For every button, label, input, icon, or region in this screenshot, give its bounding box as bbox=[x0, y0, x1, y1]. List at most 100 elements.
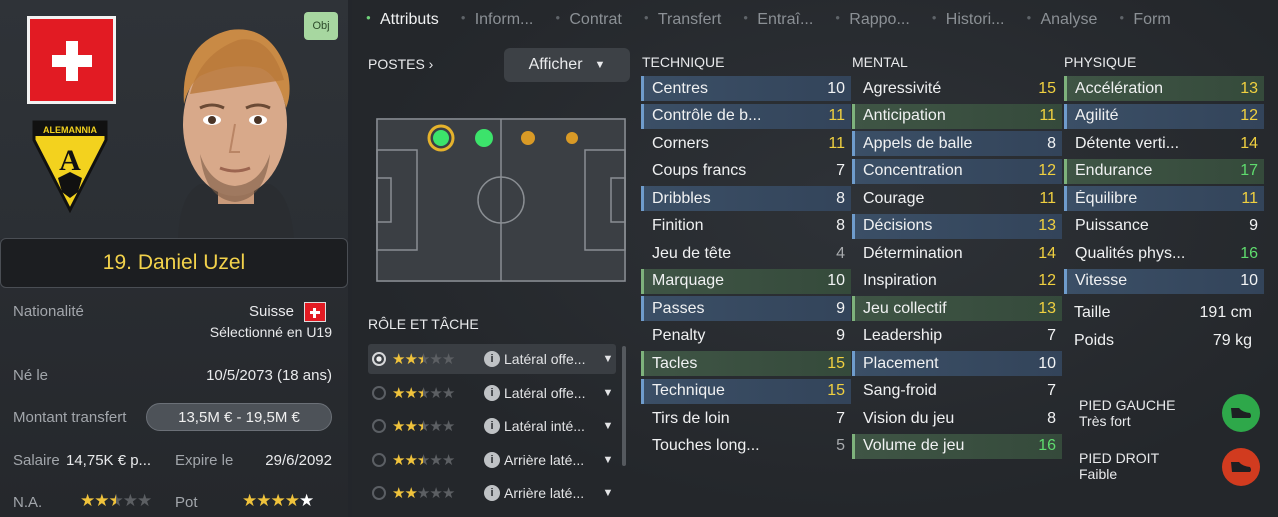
current-ability-stars: ★★★★★ bbox=[80, 491, 152, 510]
attribute-row[interactable]: Coups francs 7 bbox=[641, 159, 851, 184]
tab-7[interactable]: Analyse bbox=[1026, 11, 1097, 29]
roles-scrollbar[interactable] bbox=[622, 346, 626, 466]
role-name: Latéral inté... bbox=[504, 418, 585, 434]
attribute-name: Équilibre bbox=[1075, 189, 1138, 207]
attribute-value: 11 bbox=[1241, 189, 1258, 207]
tab-4[interactable]: Entraî... bbox=[743, 11, 813, 29]
display-dropdown-label: Afficher bbox=[528, 56, 583, 73]
role-radio[interactable] bbox=[372, 486, 386, 500]
attribute-row[interactable]: Puissance 9 bbox=[1064, 214, 1264, 239]
tab-8[interactable]: Form bbox=[1119, 11, 1170, 29]
attribute-row[interactable]: Accélération 13 bbox=[1064, 76, 1264, 101]
transfer-value-pill[interactable]: 13,5M € - 19,5M € bbox=[146, 403, 332, 431]
switzerland-flag-icon bbox=[27, 16, 116, 104]
role-suitability-stars: ★★★★★ bbox=[392, 384, 455, 402]
left-foot-value: Très fort bbox=[1079, 413, 1131, 429]
attribute-row[interactable]: Endurance 17 bbox=[1064, 158, 1264, 184]
attribute-row[interactable]: Équilibre 11 bbox=[1064, 186, 1264, 211]
position-natural-marker bbox=[475, 129, 493, 147]
role-row[interactable]: ★★★★★ i Latéral inté... ▼ bbox=[368, 411, 616, 441]
tab-6[interactable]: Histori... bbox=[932, 11, 1005, 29]
role-row[interactable]: ★★★★★ i Arrière laté... ▼ bbox=[368, 478, 616, 508]
salary-value[interactable]: 14,75K € p... bbox=[66, 452, 172, 469]
attribute-value: 10 bbox=[827, 272, 845, 289]
attribute-row[interactable]: Penalty 9 bbox=[641, 324, 851, 349]
right-boot-icon bbox=[1222, 448, 1260, 486]
chevron-down-icon[interactable]: ▼ bbox=[600, 387, 616, 399]
attribute-row[interactable]: Marquage 10 bbox=[641, 268, 851, 294]
attribute-row[interactable]: Appels de balle 8 bbox=[852, 131, 1062, 156]
attribute-row[interactable]: Placement 10 bbox=[852, 351, 1062, 376]
positions-pitch[interactable] bbox=[376, 118, 626, 282]
tab-5[interactable]: Rappo... bbox=[835, 11, 909, 29]
attribute-row[interactable]: Sang-froid 7 bbox=[852, 379, 1062, 404]
attribute-row[interactable]: Corners 11 bbox=[641, 131, 851, 156]
role-radio[interactable] bbox=[372, 452, 386, 467]
salary-label: Salaire bbox=[13, 452, 60, 469]
weight-label: Poids bbox=[1074, 332, 1115, 349]
attribute-row[interactable]: Leadership 7 bbox=[852, 324, 1062, 349]
position-awkward-marker bbox=[566, 132, 578, 144]
attribute-row[interactable]: Détermination 14 bbox=[852, 241, 1062, 266]
attribute-row[interactable]: Volume de jeu 16 bbox=[852, 433, 1062, 459]
tab-1[interactable]: Inform... bbox=[461, 11, 534, 29]
expires-value: 29/6/2092 bbox=[265, 452, 332, 469]
attribute-row[interactable]: Passes 9 bbox=[641, 296, 851, 321]
attribute-row[interactable]: Vision du jeu 8 bbox=[852, 406, 1062, 431]
nationality-flag-icon bbox=[304, 302, 326, 322]
technique-title: TECHNIQUE bbox=[642, 54, 725, 70]
na-label: N.A. bbox=[13, 494, 43, 511]
attribute-row[interactable]: Détente verti... 14 bbox=[1064, 131, 1264, 156]
tab-3[interactable]: Transfert bbox=[644, 11, 721, 29]
attribute-row[interactable]: Jeu de tête 4 bbox=[641, 241, 851, 266]
info-icon[interactable]: i bbox=[484, 485, 500, 501]
attribute-row[interactable]: Centres 10 bbox=[641, 76, 851, 101]
attribute-row[interactable]: Courage 11 bbox=[852, 186, 1062, 211]
info-icon[interactable]: i bbox=[484, 451, 500, 468]
positions-header[interactable]: POSTES › bbox=[368, 56, 433, 72]
nationality-value[interactable]: Suisse bbox=[180, 303, 294, 320]
attribute-row[interactable]: Inspiration 12 bbox=[852, 269, 1062, 294]
attribute-name: Anticipation bbox=[863, 107, 946, 124]
attribute-value: 9 bbox=[836, 299, 845, 317]
attribute-row[interactable]: Touches long... 5 bbox=[641, 434, 851, 459]
role-row[interactable]: ★★★★★ i Arrière laté... ▼ bbox=[368, 445, 616, 475]
info-icon[interactable]: i bbox=[484, 351, 500, 367]
display-dropdown-button[interactable]: Afficher ▼ bbox=[504, 48, 630, 82]
role-name: Latéral offe... bbox=[504, 384, 586, 401]
info-icon[interactable]: i bbox=[484, 384, 500, 401]
attribute-row[interactable]: Tacles 15 bbox=[641, 351, 851, 376]
attribute-row[interactable]: Vitesse 10 bbox=[1064, 268, 1264, 294]
attribute-row[interactable]: Agressivité 15 bbox=[852, 76, 1062, 101]
role-row[interactable]: ★★★★★ i Latéral offe... ▼ bbox=[368, 344, 616, 374]
attribute-row[interactable]: Jeu collectif 13 bbox=[852, 296, 1062, 321]
attribute-row[interactable]: Technique 15 bbox=[641, 378, 851, 404]
attribute-row[interactable]: Anticipation 11 bbox=[852, 103, 1062, 129]
role-radio[interactable] bbox=[372, 419, 386, 433]
attribute-row[interactable]: Décisions 13 bbox=[852, 213, 1062, 239]
attribute-value: 7 bbox=[836, 162, 845, 179]
role-radio[interactable] bbox=[372, 385, 386, 400]
objectives-button[interactable]: Obj bbox=[304, 12, 338, 40]
attribute-row[interactable]: Tirs de loin 7 bbox=[641, 406, 851, 431]
attribute-row[interactable]: Dribbles 8 bbox=[641, 186, 851, 211]
tab-0[interactable]: Attributs bbox=[366, 11, 439, 29]
attribute-row[interactable]: Qualités phys... 16 bbox=[1064, 241, 1264, 266]
attribute-name: Accélération bbox=[1075, 79, 1164, 97]
role-name: Arrière laté... bbox=[504, 485, 585, 501]
chevron-down-icon[interactable]: ▼ bbox=[600, 353, 616, 365]
info-icon[interactable]: i bbox=[484, 418, 500, 434]
chevron-down-icon[interactable]: ▼ bbox=[600, 487, 616, 499]
player-portrait bbox=[178, 29, 294, 238]
role-suitability-stars: ★★★★★ bbox=[392, 485, 455, 502]
tab-2[interactable]: Contrat bbox=[555, 11, 621, 29]
chevron-down-icon[interactable]: ▼ bbox=[600, 454, 616, 466]
attribute-row[interactable]: Concentration 12 bbox=[852, 158, 1062, 184]
attribute-row[interactable]: Contrôle de b... 11 bbox=[641, 103, 851, 129]
attribute-name: Détente verti... bbox=[1075, 134, 1180, 152]
role-row[interactable]: ★★★★★ i Latéral offe... ▼ bbox=[368, 378, 616, 408]
attribute-row[interactable]: Agilité 12 bbox=[1064, 103, 1264, 129]
chevron-down-icon[interactable]: ▼ bbox=[600, 420, 616, 432]
attribute-row[interactable]: Finition 8 bbox=[641, 214, 851, 239]
role-radio[interactable] bbox=[372, 352, 386, 366]
